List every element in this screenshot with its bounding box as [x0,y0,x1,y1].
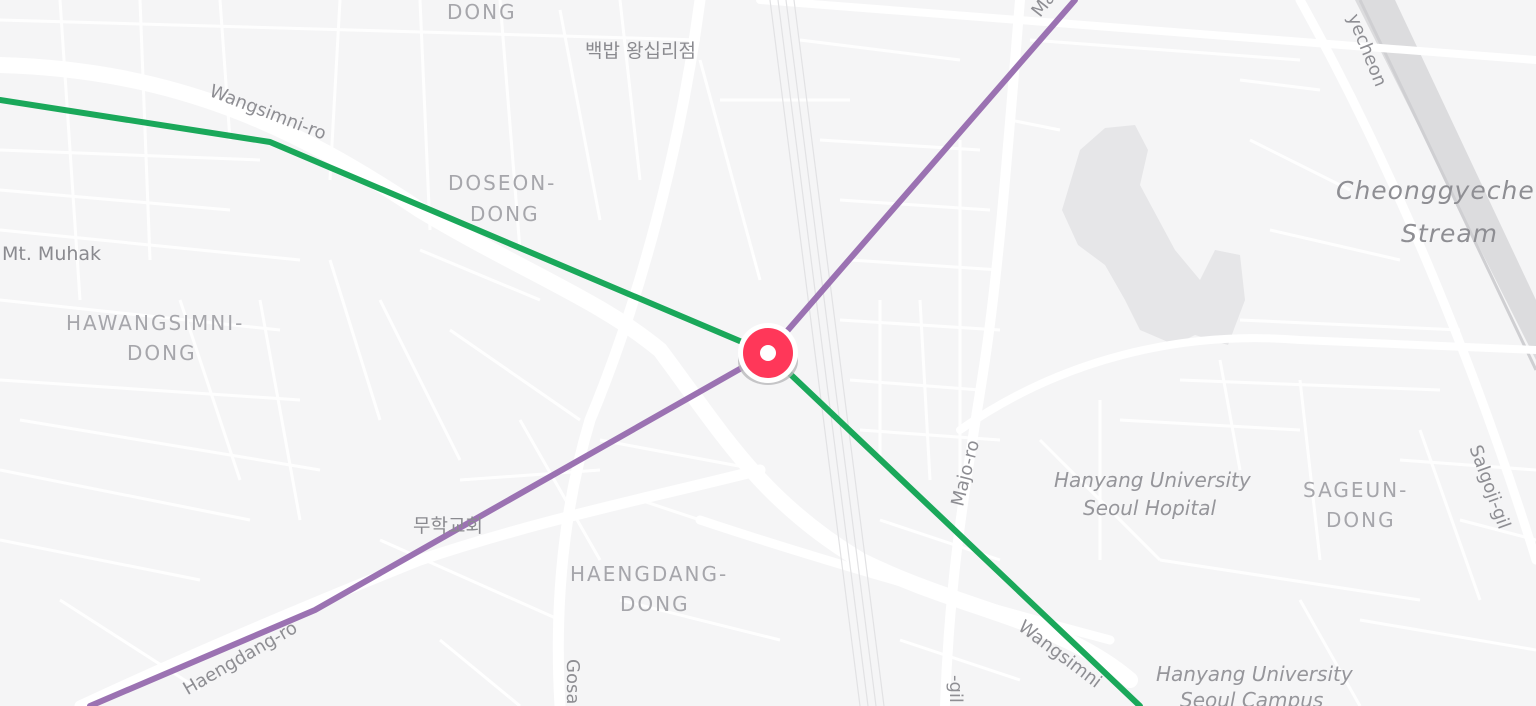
place-label-hospital-2[interactable]: Seoul Hopital [1083,498,1216,518]
road-label-gil: -gil [945,675,966,703]
location-pin-icon[interactable] [737,323,799,385]
district-label-sageun-2: DONG [1326,508,1396,532]
poi-label-restaurant[interactable]: 백밥 왕십리점 [585,42,696,61]
map-canvas[interactable]: DONG 백밥 왕십리점 DOSEON- DONG Mt. Muhak HAWA… [0,0,1536,706]
district-label-haengdang-2: DONG [620,592,690,616]
district-label-doseon-2: DONG [470,202,540,226]
water-label-stream-1: Cheonggyeche [1336,176,1535,205]
district-label-dong-top: DONG [447,0,517,24]
water-label-stream-2: Stream [1401,219,1499,248]
road-label-gosa: Gosa [562,659,583,705]
district-label-sageun-1: SAGEUN- [1303,478,1409,502]
district-label-hawangsimni-1: HAWANGSIMNI- [66,311,245,335]
district-label-doseon-1: DOSEON- [448,171,557,195]
place-label-hospital-1[interactable]: Hanyang University [1054,470,1251,490]
district-label-hawangsimni-2: DONG [127,341,197,365]
park-area [1062,125,1245,345]
place-label-campus-2[interactable]: Seoul Campus [1180,690,1323,706]
poi-label-church[interactable]: 무학교회 [413,517,483,536]
poi-label-mt-muhak[interactable]: Mt. Muhak [2,245,101,264]
place-label-campus-1[interactable]: Hanyang University [1156,664,1353,684]
district-label-haengdang-1: HAENGDANG- [570,562,729,586]
